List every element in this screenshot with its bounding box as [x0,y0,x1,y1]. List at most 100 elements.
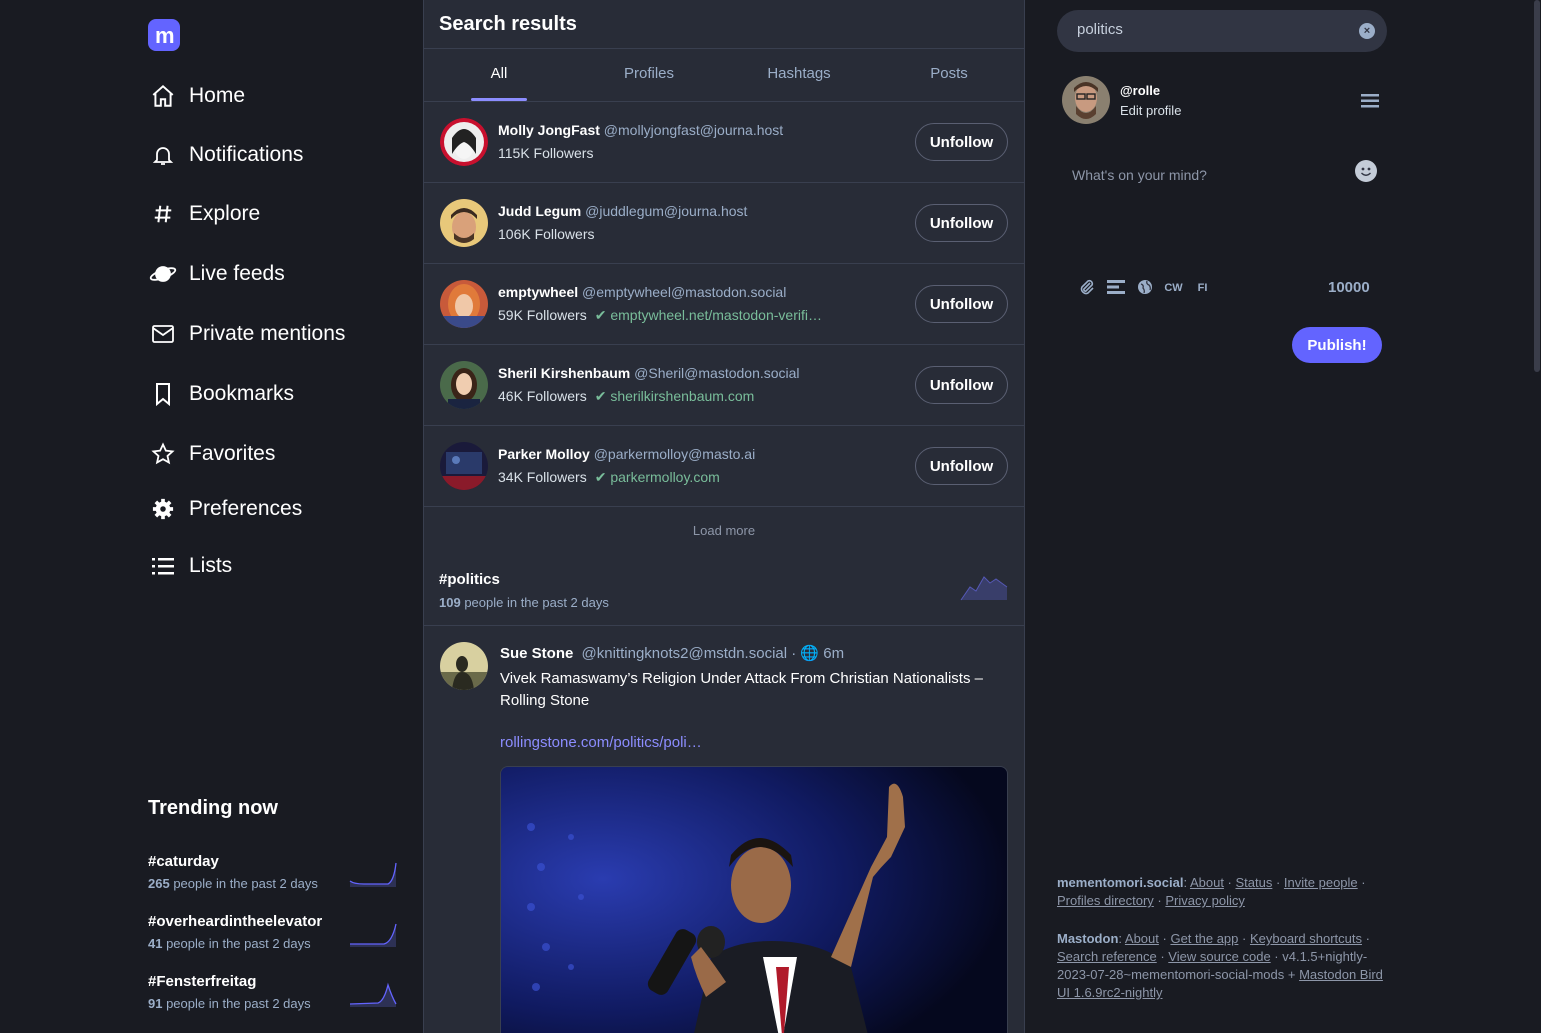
unfollow-button[interactable]: Unfollow [915,285,1008,323]
page-scrollbar[interactable] [1534,0,1540,372]
avatar[interactable] [440,280,488,328]
status-handle[interactable]: @knittingknots2@mstdn.social [582,645,788,662]
footer-links: mementomori.social: About · Status · Inv… [1057,875,1383,1000]
account-handle: @emptywheel@mastodon.social [582,284,787,300]
load-more-button[interactable]: Load more [424,507,1024,555]
status-post[interactable]: Sue Stone @knittingknots2@mstdn.social ·… [424,626,1024,1033]
footer-get-app-link[interactable]: Get the app [1170,931,1238,946]
avatar[interactable] [440,199,488,247]
trending-item[interactable]: #Fensterfreitag 91 people in the past 2 … [148,973,398,1023]
trending-count: 91 [148,996,163,1011]
footer-privacy-link[interactable]: Privacy policy [1165,893,1244,908]
menu-icon[interactable] [1361,93,1379,109]
clear-search-icon[interactable]: × [1359,23,1375,39]
my-handle[interactable]: @rolle [1120,83,1160,98]
nav-label: Live feeds [189,262,285,285]
avatar[interactable] [440,442,488,490]
nav-home[interactable]: Home [148,76,245,116]
account-row[interactable]: emptywheel @emptywheel@mastodon.social 5… [424,264,1024,345]
account-handle: @mollyjongfast@journa.host [603,122,784,138]
trend-sparkline [349,862,397,887]
compose-toolbar: CW FI [1077,278,1212,298]
footer-shortcuts-link[interactable]: Keyboard shortcuts [1250,931,1362,946]
nav-explore[interactable]: Explore [148,194,260,234]
footer-directory-link[interactable]: Profiles directory [1057,893,1154,908]
nav-label: Home [189,84,246,107]
trending-item[interactable]: #caturday 265 people in the past 2 days [148,853,398,903]
hashtag-result[interactable]: #politics 109 people in the past 2 days [424,555,1024,626]
status-time[interactable]: 6m [823,645,844,662]
verified-link[interactable]: parkermolloy.com [610,469,719,485]
tab-posts[interactable]: Posts [874,49,1024,101]
avatar[interactable] [440,642,488,690]
bell-icon [148,140,178,170]
unfollow-button[interactable]: Unfollow [915,366,1008,404]
gear-icon [148,494,178,524]
account-row[interactable]: Judd Legum @juddlegum@journa.host 106K F… [424,183,1024,264]
hashtag-suffix: people in the past 2 days [460,595,609,610]
status-link[interactable]: rollingstone.com/politics/poli… [500,732,1000,754]
tab-hashtags[interactable]: Hashtags [724,49,874,101]
search-tabs: All Profiles Hashtags Posts [424,49,1024,102]
language-selector[interactable]: FI [1193,282,1212,294]
status-media-image[interactable] [500,766,1008,1033]
verified-link[interactable]: sherilkirshenbaum.com [610,388,754,404]
account-row[interactable]: Molly JongFast @mollyjongfast@journa.hos… [424,102,1024,183]
nav-label: Bookmarks [189,382,295,405]
account-row[interactable]: Sheril Kirshenbaum @Sheril@mastodon.soci… [424,345,1024,426]
nav-label: Explore [189,202,261,225]
hashtag-name[interactable]: #politics [439,571,1009,588]
footer-mastodon-about-link[interactable]: About [1125,931,1159,946]
unfollow-button[interactable]: Unfollow [915,204,1008,242]
search-box[interactable]: × [1057,10,1387,52]
content-warning-toggle[interactable]: CW [1164,282,1183,294]
nav-label: Notifications [189,143,304,166]
account-name: emptywheel [498,284,579,300]
unfollow-button[interactable]: Unfollow [915,447,1008,485]
nav-private-mentions[interactable]: Private mentions [148,314,345,354]
edit-profile-link[interactable]: Edit profile [1120,103,1181,118]
footer-search-ref-link[interactable]: Search reference [1057,949,1157,964]
avatar[interactable] [440,118,488,166]
tab-profiles[interactable]: Profiles [574,49,724,101]
footer-status-link[interactable]: Status [1236,875,1273,890]
nav-notifications[interactable]: Notifications [148,135,303,175]
globe-visibility-icon[interactable] [1135,279,1154,298]
tab-all[interactable]: All [424,49,574,101]
search-input[interactable] [1077,21,1337,38]
mastodon-logo[interactable]: m [148,19,180,51]
home-icon [148,81,178,111]
attach-media-icon[interactable] [1077,279,1096,298]
nav-lists[interactable]: Lists [148,546,232,586]
nav-bookmarks[interactable]: Bookmarks [148,374,294,414]
trending-suffix: people in the past 2 days [162,996,311,1011]
main-navigation: m Home Notifications Explore Live feeds … [148,0,408,1033]
nav-favorites[interactable]: Favorites [148,434,275,474]
mastodon-label: Mastodon [1057,931,1119,946]
publish-button[interactable]: Publish! [1292,327,1382,363]
status-author[interactable]: Sue Stone [500,645,573,662]
nav-label: Private mentions [189,322,346,345]
footer-source-link[interactable]: View source code [1168,949,1270,964]
compose-textarea[interactable]: What's on your mind? [1072,167,1207,183]
account-name: Sheril Kirshenbaum [498,365,631,381]
account-name: Parker Molloy [498,446,590,462]
emoji-picker-icon[interactable] [1355,160,1377,182]
nav-live-feeds[interactable]: Live feeds [148,254,285,294]
avatar[interactable] [1062,76,1110,124]
poll-icon[interactable] [1106,279,1125,297]
avatar[interactable] [440,361,488,409]
verified-link[interactable]: emptywheel.net/mastodon-verifi… [610,307,822,323]
account-row[interactable]: Parker Molloy @parkermolloy@masto.ai 34K… [424,426,1024,507]
trend-sparkline [349,982,397,1007]
footer-about-link[interactable]: About [1190,875,1224,890]
trending-item[interactable]: #overheardintheelevator 41 people in the… [148,913,398,963]
search-results-column: Search results All Profiles Hashtags Pos… [423,0,1025,1033]
check-icon: ✔ [594,307,607,323]
account-handle: @parkermolloy@masto.ai [593,446,756,462]
footer-invite-link[interactable]: Invite people [1284,875,1358,890]
globe-icon: 🌐 [800,645,820,662]
unfollow-button[interactable]: Unfollow [915,123,1008,161]
nav-preferences[interactable]: Preferences [148,489,302,529]
compose-sidebar: × @rolle Edit profile What's on your min… [1057,0,1387,1033]
